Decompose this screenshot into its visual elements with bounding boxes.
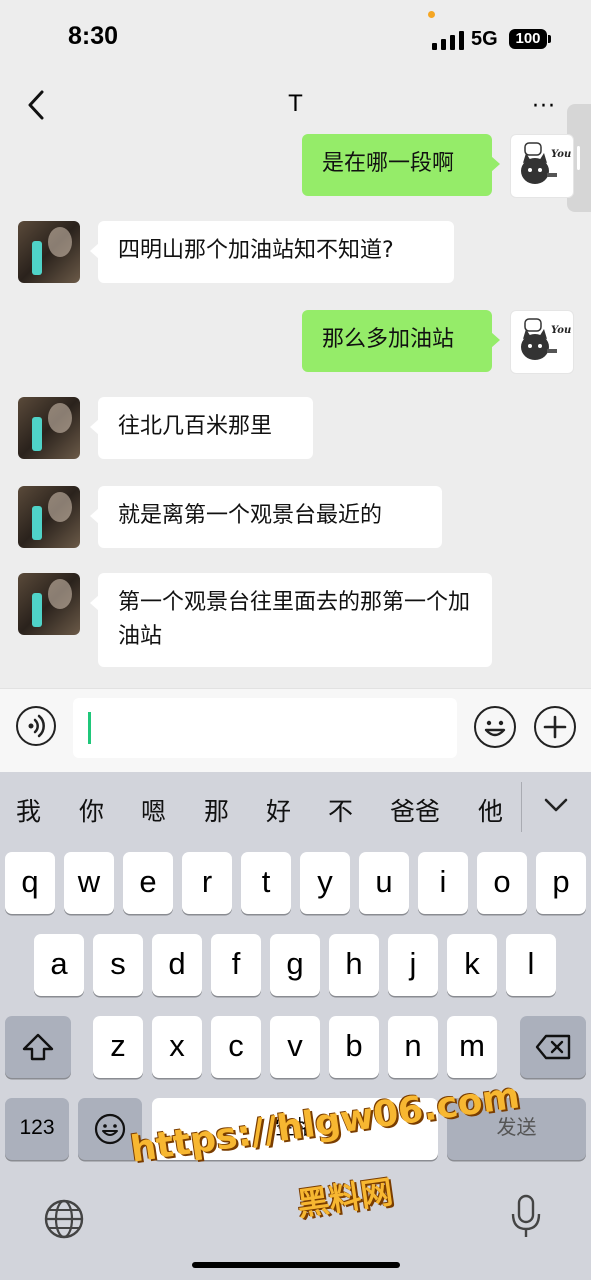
key-r[interactable]: r — [182, 852, 232, 914]
key-a[interactable]: a — [34, 934, 84, 996]
message-bubble-outgoing[interactable]: 是在哪一段啊 — [302, 134, 500, 196]
shift-arrow-icon — [22, 1033, 54, 1061]
my-avatar[interactable]: You — [510, 134, 574, 198]
key-s[interactable]: s — [93, 934, 143, 996]
voice-input-button[interactable] — [16, 706, 56, 746]
key-k[interactable]: k — [447, 934, 497, 996]
candidate-word[interactable]: 不 — [328, 792, 353, 828]
battery-icon: 100 — [509, 29, 547, 49]
key-f[interactable]: f — [211, 934, 261, 996]
avatar-caption: You — [551, 149, 571, 160]
key-c[interactable]: c — [211, 1016, 261, 1078]
smiley-icon — [94, 1113, 126, 1145]
shift-key[interactable] — [5, 1016, 71, 1078]
key-o[interactable]: o — [477, 852, 527, 914]
key-i[interactable]: i — [418, 852, 468, 914]
message-bubble-incoming[interactable]: 往北几百米那里 — [90, 397, 313, 459]
candidate-word[interactable]: 他 — [478, 792, 503, 828]
backspace-icon — [535, 1034, 571, 1060]
friend-avatar[interactable] — [18, 573, 80, 635]
message-bubble-incoming[interactable]: 四明山那个加油站知不知道? — [90, 221, 454, 283]
message-input[interactable] — [73, 698, 457, 758]
microphone-icon — [511, 1194, 541, 1237]
key-m[interactable]: m — [447, 1016, 497, 1078]
key-g[interactable]: g — [270, 934, 320, 996]
candidate-word[interactable]: 嗯 — [141, 792, 166, 828]
key-q[interactable]: q — [5, 852, 55, 914]
privacy-indicator-dot — [428, 11, 435, 18]
home-indicator — [192, 1262, 400, 1268]
key-l[interactable]: l — [506, 934, 556, 996]
chat-title: T — [288, 92, 303, 117]
candidate-word[interactable]: 你 — [79, 792, 104, 828]
key-w[interactable]: w — [64, 852, 114, 914]
key-z[interactable]: z — [93, 1016, 143, 1078]
status-time: 8:30 — [68, 22, 119, 50]
emoji-button[interactable] — [474, 706, 516, 748]
chevron-down-icon — [544, 798, 568, 812]
delete-key[interactable] — [520, 1016, 586, 1078]
candidate-divider — [521, 782, 522, 832]
candidate-word[interactable]: 那 — [204, 792, 229, 828]
key-v[interactable]: v — [270, 1016, 320, 1078]
key-t[interactable]: t — [241, 852, 291, 914]
language-switch-button[interactable] — [43, 1198, 85, 1240]
expand-candidates-button[interactable] — [541, 792, 571, 818]
dictation-button[interactable] — [510, 1194, 542, 1240]
message-bubble-incoming[interactable]: 第一个观景台往里面去的那第一个加油站 — [90, 573, 492, 667]
key-e[interactable]: e — [123, 852, 173, 914]
my-avatar[interactable]: You — [510, 310, 574, 374]
avatar-caption: You — [551, 325, 571, 336]
candidate-word[interactable]: 好 — [266, 792, 291, 828]
more-options-button[interactable]: ··· — [532, 94, 556, 119]
friend-avatar[interactable] — [18, 221, 80, 283]
network-type: 5G — [471, 28, 498, 50]
key-b[interactable]: b — [329, 1016, 379, 1078]
cat-chef-sticker-icon: You — [521, 318, 571, 360]
battery-tip — [548, 35, 551, 43]
more-functions-button[interactable] — [534, 706, 576, 748]
cat-chef-sticker-icon: You — [521, 142, 571, 184]
voice-wave-icon — [28, 714, 45, 738]
candidate-word[interactable]: 爸爸 — [390, 792, 440, 828]
key-n[interactable]: n — [388, 1016, 438, 1078]
candidate-word[interactable]: 我 — [16, 792, 41, 828]
message-bubble-outgoing[interactable]: 那么多加油站 — [302, 310, 500, 372]
signal-bars-icon — [432, 30, 464, 50]
key-x[interactable]: x — [152, 1016, 202, 1078]
globe-icon — [44, 1199, 84, 1239]
plus-icon — [543, 715, 567, 739]
key-y[interactable]: y — [300, 852, 350, 914]
key-u[interactable]: u — [359, 852, 409, 914]
smiley-icon — [484, 720, 506, 737]
text-cursor — [88, 712, 91, 744]
key-p[interactable]: p — [536, 852, 586, 914]
friend-avatar[interactable] — [18, 397, 80, 459]
key-j[interactable]: j — [388, 934, 438, 996]
key-h[interactable]: h — [329, 934, 379, 996]
numbers-key[interactable]: 123 — [5, 1098, 69, 1160]
friend-avatar[interactable] — [18, 486, 80, 548]
key-d[interactable]: d — [152, 934, 202, 996]
message-bubble-incoming[interactable]: 就是离第一个观景台最近的 — [90, 486, 442, 548]
